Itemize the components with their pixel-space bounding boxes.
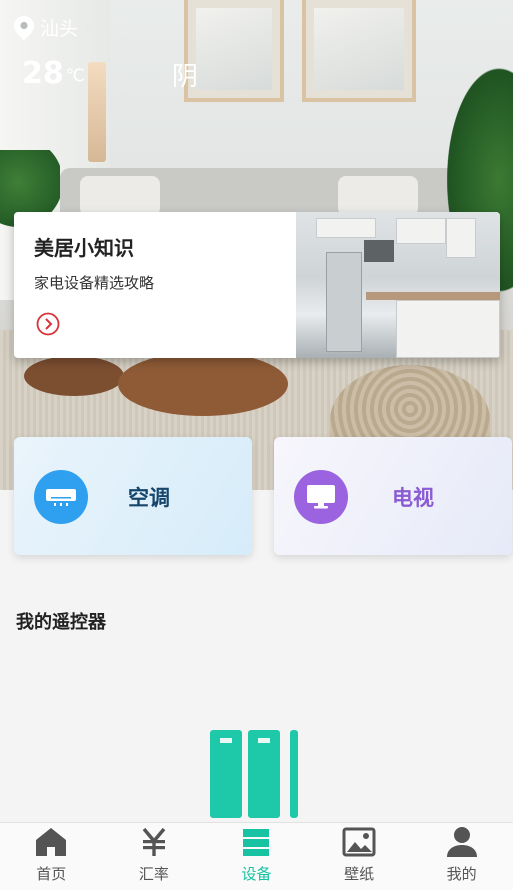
wall-frame — [184, 0, 284, 102]
home-icon — [34, 825, 68, 859]
city-name: 汕头 — [40, 18, 79, 40]
device-card-air-conditioner[interactable]: 空调 — [14, 437, 252, 555]
bottom-nav: 首页 汇率 设备 壁纸 我的 — [0, 822, 513, 890]
weather-condition: 阴 — [172, 62, 199, 92]
user-icon — [445, 825, 479, 859]
temperature: 28 ℃ — [22, 56, 85, 91]
wooden-stool — [118, 352, 288, 416]
chevron-right-icon: › — [84, 15, 93, 40]
home-tips-card[interactable]: 美居小知识 家电设备精选攻略 — [14, 212, 500, 358]
arrow-circle-right-icon[interactable] — [36, 312, 60, 336]
nav-label: 壁纸 — [344, 865, 375, 883]
location-pin-icon — [14, 15, 34, 40]
temperature-value: 28 — [22, 56, 64, 91]
temperature-unit: ℃ — [65, 66, 85, 86]
air-conditioner-icon — [34, 470, 88, 524]
location-selector[interactable]: 汕头 › — [14, 14, 92, 41]
nav-label: 设备 — [241, 865, 272, 883]
nav-item-home[interactable]: 首页 — [0, 823, 103, 890]
nav-item-wallpaper[interactable]: 壁纸 — [308, 823, 411, 890]
device-label: 空调 — [128, 486, 170, 510]
nav-item-devices[interactable]: 设备 — [205, 823, 308, 890]
nav-item-exchange-rate[interactable]: 汇率 — [103, 823, 206, 890]
kitchen-image — [296, 212, 500, 358]
device-label: 电视 — [392, 486, 434, 510]
nav-item-profile[interactable]: 我的 — [410, 823, 513, 890]
tips-subtitle: 家电设备精选攻略 — [34, 274, 155, 292]
yen-icon — [137, 825, 171, 859]
nav-label: 我的 — [446, 865, 477, 883]
wall-frame — [302, 0, 416, 102]
device-icon — [239, 825, 273, 859]
image-icon — [342, 825, 376, 859]
section-title-my-remotes: 我的遥控器 — [16, 612, 106, 633]
device-card-tv[interactable]: 电视 — [274, 437, 512, 555]
tv-icon — [294, 470, 348, 524]
nav-label: 首页 — [36, 865, 67, 883]
floor-lamp — [88, 62, 106, 162]
tips-title: 美居小知识 — [34, 236, 134, 260]
nav-label: 汇率 — [138, 865, 169, 883]
